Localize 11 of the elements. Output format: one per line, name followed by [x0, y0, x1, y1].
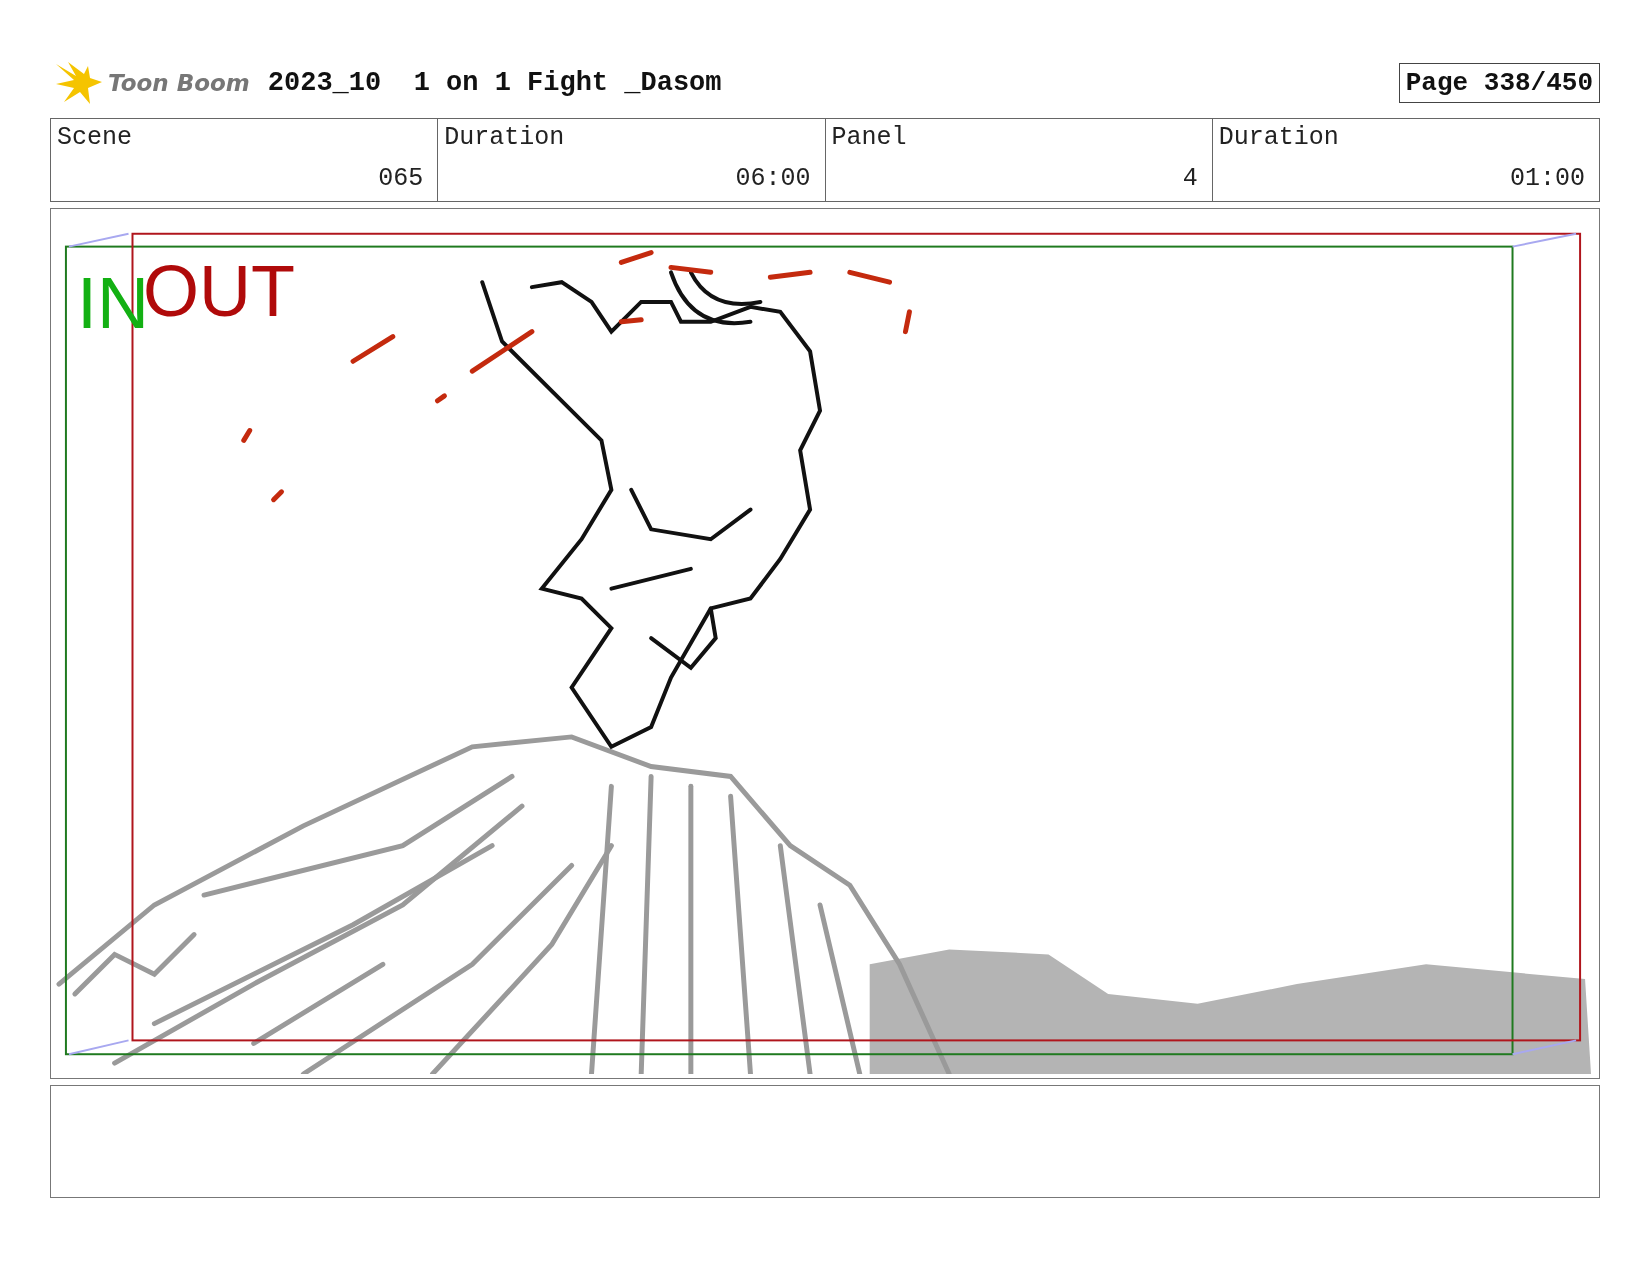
page-number: Page 338/450: [1398, 63, 1600, 103]
table-cell: 06:00: [735, 164, 811, 193]
column-header: Duration: [444, 123, 565, 152]
table-cell: 065: [378, 164, 424, 193]
column-header: Duration: [1218, 123, 1339, 152]
column-header: Panel: [831, 123, 907, 152]
storyboard-title: 2023_10 1 on 1 Fight _Dasom: [267, 68, 722, 98]
table-cell: 4: [1182, 164, 1198, 193]
logo-text: Toon Boom: [108, 70, 250, 96]
column-header: Scene: [57, 123, 132, 152]
table-cell: 01:00: [1510, 164, 1585, 193]
